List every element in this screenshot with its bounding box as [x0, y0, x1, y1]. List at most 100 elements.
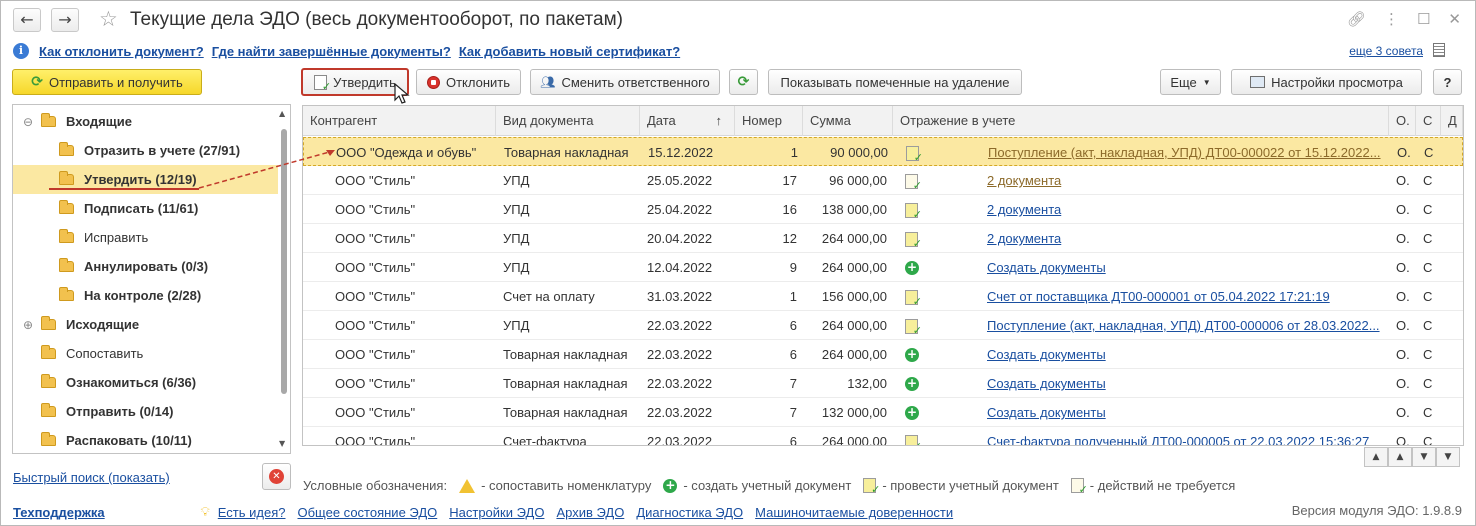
table-row[interactable]: ООО "Стиль" Товарная накладная 22.03.2022 6… [303, 340, 1463, 369]
favorite-star-icon[interactable]: ☆ [99, 7, 118, 31]
column-header[interactable]: Отражение в учете [893, 106, 1389, 136]
cell-date: 22.03.2022 [647, 405, 713, 420]
tree-item-label: Исправить [84, 230, 149, 245]
legend-item: - действий не требуется [1070, 478, 1236, 496]
tip-link-reject[interactable]: Как отклонить документ? [39, 44, 204, 59]
quick-search-link[interactable]: Быстрый поиск (показать) [13, 470, 170, 485]
column-header[interactable]: Сумма [803, 106, 893, 136]
cell-reflection[interactable]: Создать документы [980, 369, 1380, 398]
cell-reflection[interactable]: Поступление (акт, накладная, УПД) ДТ00-0… [981, 138, 1381, 167]
tree-item[interactable]: Распаковать (10/11) [13, 426, 278, 453]
cell-reflection[interactable]: 2 документа [980, 224, 1380, 253]
cell-reflection[interactable]: 2 документа [980, 195, 1380, 224]
footer-link-diagnostics[interactable]: Диагностика ЭДО [636, 505, 743, 520]
scroll-down-icon[interactable]: ▼ [279, 439, 285, 448]
clear-filter-button[interactable]: ✕ [262, 463, 291, 490]
cell-number: 12 [782, 231, 797, 246]
footer-link-idea[interactable]: Есть идея? [218, 505, 286, 520]
column-header[interactable]: Дата ↑ [640, 106, 735, 136]
more-vertical-icon[interactable]: ⋮ [1384, 10, 1399, 28]
column-header[interactable]: Д [1441, 106, 1463, 136]
table-row[interactable]: ООО "Стиль" УПД 12.04.2022 9 264 000,00 Созда… [303, 253, 1463, 282]
table-row[interactable]: ООО "Стиль" УПД 25.05.2022 17 96 000,00 2 док… [303, 166, 1463, 195]
cell-reflection[interactable]: Счет-фактура полученный ДТ00-000005 от 2… [980, 427, 1380, 445]
folder-icon [59, 142, 74, 156]
tree-item[interactable]: На контроле (2/28) [13, 281, 278, 310]
column-header[interactable]: Номер [735, 106, 803, 136]
footer-link-status[interactable]: Общее состояние ЭДО [298, 505, 438, 520]
show-deleted-button[interactable]: Показывать помеченные на удаление [768, 69, 1022, 95]
table-row[interactable]: ООО "Стиль" УПД 25.04.2022 16 138 000,00 2 до… [303, 195, 1463, 224]
expand-collapse-icon[interactable]: ⊖ [23, 115, 33, 129]
more-button[interactable]: Еще ▼ [1160, 69, 1221, 95]
folder-icon [41, 432, 56, 446]
cell-reflection[interactable]: Создать документы [980, 398, 1380, 427]
table-row[interactable]: ООО "Стиль" УПД 20.04.2022 12 264 000,00 2 до… [303, 224, 1463, 253]
column-header[interactable]: О. [1389, 106, 1416, 136]
tree-item[interactable]: Исправить [13, 223, 278, 252]
tree-item[interactable]: Отправить (0/14) [13, 397, 278, 426]
more-tips-link[interactable]: еще 3 совета [1349, 44, 1423, 58]
table-row[interactable]: ООО "Стиль" УПД 22.03.2022 6 264 000,00 Посту… [303, 311, 1463, 340]
cell-reflection[interactable]: Счет от поставщика ДТ00-000001 от 05.04.… [980, 282, 1380, 311]
scroll-down-button[interactable]: ▼ [1412, 447, 1436, 467]
send-receive-button[interactable]: ⟳ Отправить и получить [12, 69, 202, 95]
document-check-icon [905, 232, 922, 250]
document-list-icon[interactable] [1433, 43, 1445, 57]
footer-link-proxies[interactable]: Машиночитаемые доверенности [755, 505, 953, 520]
tree-item[interactable]: Отразить в учете (27/91) [13, 136, 278, 165]
tree-item[interactable]: ⊖ Входящие [13, 107, 278, 136]
table-row[interactable]: ООО "Стиль" Счет-фактура 22.03.2022 6 264 00… [303, 427, 1463, 445]
table-row[interactable]: ООО "Стиль" Товарная накладная 22.03.2022 7… [303, 398, 1463, 427]
column-header-label: Номер [742, 113, 783, 128]
column-header[interactable]: С [1416, 106, 1441, 136]
cell-doc-type: Товарная накладная [504, 145, 629, 160]
cell-reflection[interactable]: Создать документы [980, 340, 1380, 369]
scroll-up-button[interactable]: ▲ [1388, 447, 1412, 467]
change-responsible-button[interactable]: 👥︎ Сменить ответственного [530, 69, 720, 95]
scroll-up-icon[interactable]: ▲ [279, 109, 285, 118]
close-icon[interactable]: ✕ [1448, 10, 1461, 28]
reject-button[interactable]: Отклонить [416, 69, 521, 95]
footer-link-archive[interactable]: Архив ЭДО [556, 505, 624, 520]
tree-item[interactable]: Сопоставить [13, 339, 278, 368]
cell-reflection[interactable]: Создать документы [980, 253, 1380, 282]
tree-item[interactable]: Аннулировать (0/3) [13, 252, 278, 281]
column-header[interactable]: Контрагент [303, 106, 496, 136]
column-header-label: Контрагент [310, 113, 378, 128]
view-settings-button[interactable]: Настройки просмотра [1231, 69, 1422, 95]
tree-scrollbar[interactable]: ▲ ▼ [279, 109, 288, 449]
legend-label: - провести учетный документ [882, 478, 1059, 493]
scroll-last-button[interactable]: ▼ [1436, 447, 1460, 467]
table-row[interactable]: ООО "Стиль" Счет на оплату 31.03.2022 1 156 … [303, 282, 1463, 311]
cell-doc-type: Товарная накладная [503, 376, 628, 391]
tree-item[interactable]: Утвердить (12/19) [13, 165, 278, 194]
tip-link-certificate[interactable]: Как добавить новый сертификат? [459, 44, 680, 59]
legend-label: - сопоставить номенклатуру [481, 478, 652, 493]
approve-button[interactable]: Утвердить [301, 68, 409, 96]
maximize-icon[interactable]: ☐ [1417, 10, 1430, 28]
back-button[interactable]: ← [13, 8, 41, 32]
column-header[interactable]: Вид документа [496, 106, 640, 136]
table-row[interactable]: ООО "Стиль" Товарная накладная 22.03.2022 7… [303, 369, 1463, 398]
footer-link-settings[interactable]: Настройки ЭДО [449, 505, 544, 520]
tip-link-completed[interactable]: Где найти завершённые документы? [212, 44, 451, 59]
help-button[interactable]: ? [1433, 69, 1462, 95]
refresh-button[interactable]: ⟳ [729, 69, 758, 95]
tree-item[interactable]: Подписать (11/61) [13, 194, 278, 223]
tree-item[interactable]: Ознакомиться (6/36) [13, 368, 278, 397]
cell-reflection[interactable]: 2 документа [980, 166, 1380, 195]
cell-reflection[interactable]: Поступление (акт, накладная, УПД) ДТ00-0… [980, 311, 1380, 340]
expand-collapse-icon[interactable]: ⊕ [23, 318, 33, 332]
table-row[interactable]: ООО "Одежда и обувь" Товарная накладная 15… [303, 137, 1463, 166]
window-controls: 🔗︎ ⋮ ☐ ✕ [1347, 10, 1461, 28]
tree-item[interactable]: ⊕ Исходящие [13, 310, 278, 339]
legend-label: - действий не требуется [1089, 478, 1236, 493]
scroll-thumb[interactable] [281, 129, 287, 394]
cell-contractor: ООО "Стиль" [335, 318, 416, 333]
forward-button[interactable]: → [51, 8, 79, 32]
support-link[interactable]: Техподдержка [13, 505, 105, 520]
cell-date: 20.04.2022 [647, 231, 713, 246]
link-icon[interactable]: 🔗︎ [1347, 10, 1366, 28]
scroll-first-button[interactable]: ▲ [1364, 447, 1388, 467]
